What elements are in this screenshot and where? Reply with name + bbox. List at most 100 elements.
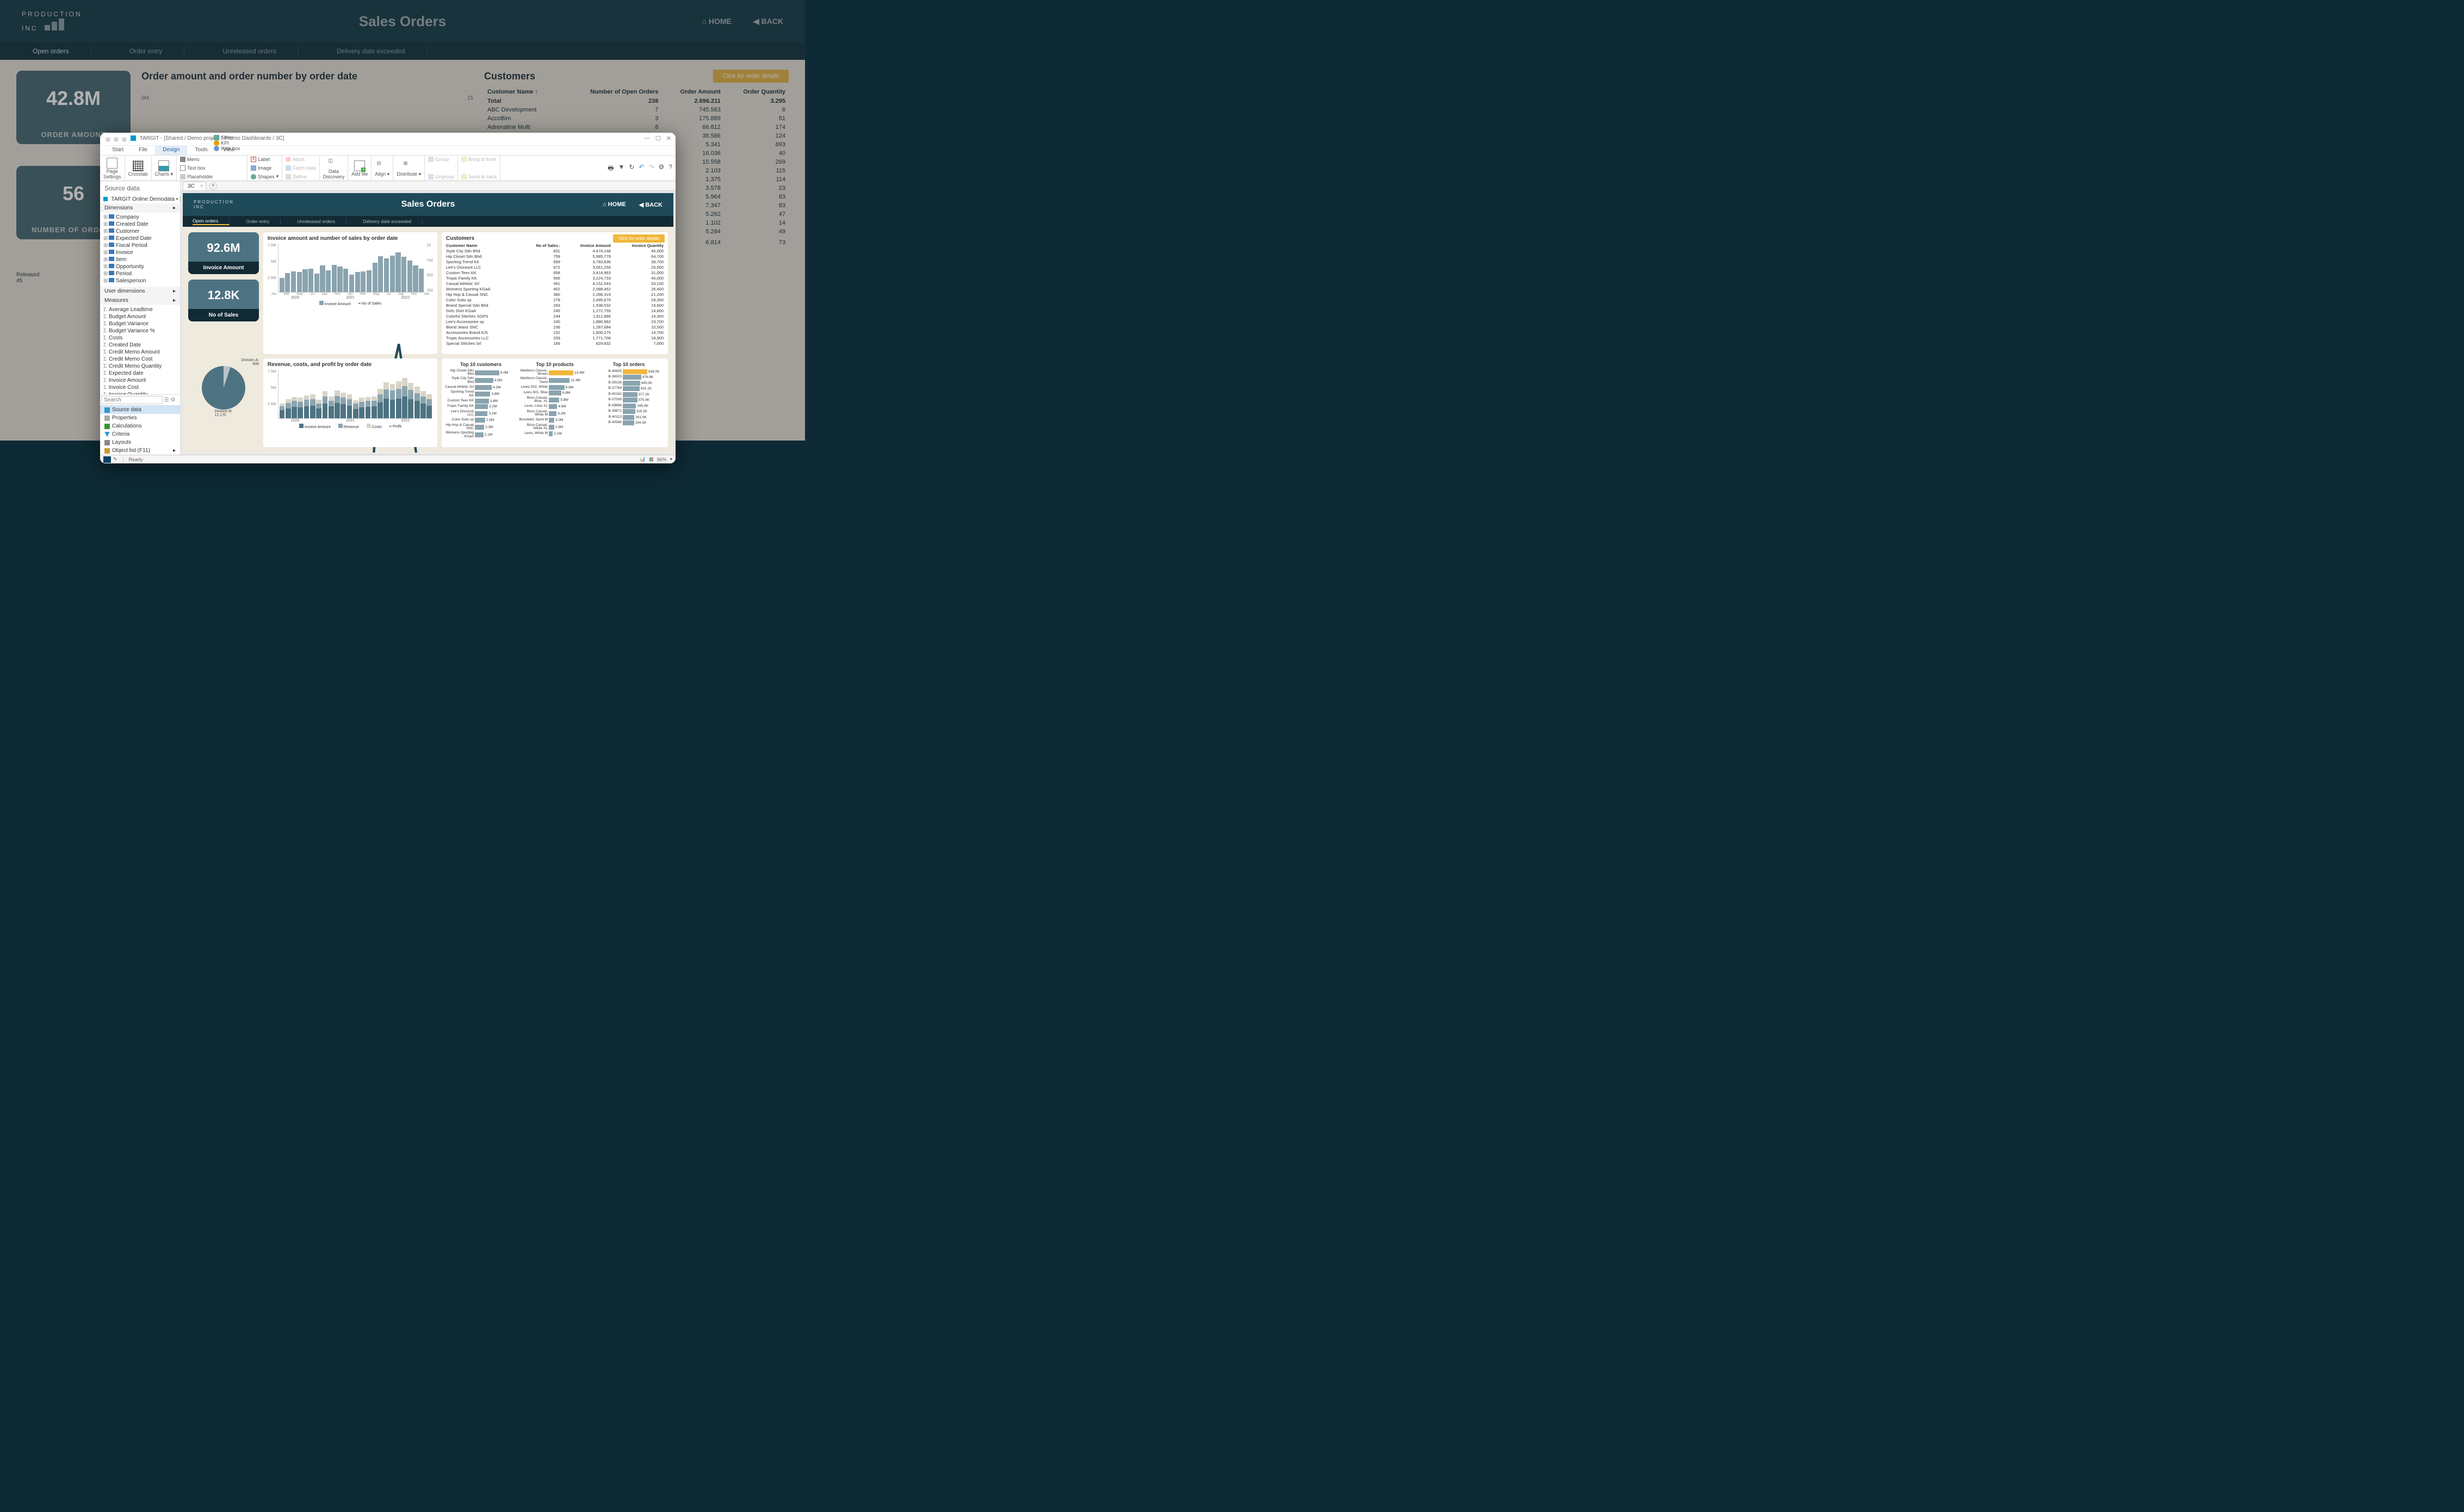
- top10-row[interactable]: B-38915478.9K: [593, 375, 665, 380]
- window-maximize-icon[interactable]: ☐: [655, 135, 661, 142]
- top10-row[interactable]: Boss Casual, Blue, XL5.8M: [519, 396, 591, 404]
- bg-subnav-open-orders[interactable]: Open orders: [33, 47, 91, 55]
- top10-row[interactable]: Levis 501, Blue6.8M: [519, 391, 591, 395]
- bg-subnav-unreleased[interactable]: Unreleased orders: [222, 47, 299, 55]
- table-row[interactable]: Hip Closet Sdn Bhd7595,985,77964,700: [446, 253, 664, 259]
- inner-subnav-entry[interactable]: Order entry: [246, 219, 281, 224]
- dimension-item[interactable]: ⊞Created Date: [103, 221, 178, 228]
- ribbon-webbox[interactable]: Web box: [214, 146, 240, 151]
- table-row[interactable]: Brand Special Sdn Bhd2631,938,53219,600: [446, 302, 664, 308]
- status-chart-icon[interactable]: 📊: [640, 456, 646, 462]
- table-row[interactable]: Casual Athletic Srl4914,152,54333,100: [446, 281, 664, 286]
- table-row[interactable]: Lee's Accessories sp2401,880,96223,700: [446, 319, 664, 324]
- tab-layouts[interactable]: Layouts: [100, 438, 180, 447]
- search-input[interactable]: [101, 396, 163, 404]
- ribbon-charts[interactable]: Charts ▾: [152, 156, 177, 181]
- top10-row[interactable]: B-39136445.0K: [593, 381, 665, 386]
- measure-item[interactable]: ΣBudget Variance %: [103, 327, 178, 334]
- measure-item[interactable]: ΣExpected date: [103, 370, 178, 377]
- top10-row[interactable]: Levis, White M2.1M: [519, 431, 591, 436]
- ribbon-placeholder[interactable]: Placeholder: [180, 174, 244, 179]
- top10-row[interactable]: Levis, Lime XL4.6M: [519, 404, 591, 409]
- top10-row[interactable]: B-37508375.4K: [593, 398, 665, 402]
- tab-criteria[interactable]: Criteria: [100, 430, 180, 438]
- dimension-item[interactable]: ⊞Company: [103, 214, 178, 221]
- measure-item[interactable]: ΣBudget Variance: [103, 320, 178, 327]
- dimensions-header[interactable]: Dimensions▸: [100, 203, 180, 213]
- table-row[interactable]: Blond Jeans SNC2361,287,68410,500: [446, 324, 664, 330]
- table-row[interactable]: Womens Sporting KGaA4022,088,45226,400: [446, 286, 664, 292]
- ribbon-add-file[interactable]: + Add file: [348, 156, 372, 181]
- top10-row[interactable]: Womens Sporting KGaA2.1M: [445, 431, 517, 438]
- inner-subnav-open[interactable]: Open orders: [193, 218, 230, 225]
- menu-start[interactable]: Start: [104, 146, 131, 155]
- status-mode-icon[interactable]: [103, 456, 111, 463]
- table-row[interactable]: Custom Tees KK6583,414,96331,000: [446, 270, 664, 275]
- ribbon-textbox[interactable]: Text box: [180, 165, 244, 171]
- measures-header[interactable]: Measures▸: [100, 296, 180, 305]
- top10-row[interactable]: Hip Closet Sdn Bhd6.0M: [445, 369, 517, 376]
- ribbon-menu[interactable]: Menu: [180, 157, 244, 162]
- zoom-dropdown-icon[interactable]: ▾: [670, 456, 672, 462]
- top10-row[interactable]: B-37764432.1K: [593, 386, 665, 391]
- bg-order-details-button[interactable]: Click for order details: [713, 70, 789, 83]
- top10-row[interactable]: Lee's Discount LLC3.1M: [445, 410, 517, 417]
- dimension-item[interactable]: ⊞Item: [103, 256, 178, 263]
- top10-row[interactable]: B-40566294.5K: [593, 420, 665, 425]
- ribbon-filter-icon[interactable]: ▼: [618, 163, 624, 175]
- top10-row[interactable]: Tropic Family KK3.2M: [445, 404, 517, 409]
- top10-row[interactable]: Color Suits sp2.5M: [445, 418, 517, 423]
- bg-home-link[interactable]: ⌂ HOME: [702, 17, 732, 26]
- bg-subnav-order-entry[interactable]: Order entry: [129, 47, 185, 55]
- status-pencil-icon[interactable]: ✎: [113, 456, 117, 462]
- top10-row[interactable]: Sporting Trend KK3.8M: [445, 391, 517, 398]
- tab-properties[interactable]: Properties: [100, 414, 180, 422]
- measure-item[interactable]: ΣCosts: [103, 334, 178, 342]
- table-row[interactable]: Sporting Trend KK6993,783,83639,700: [446, 259, 664, 264]
- tab-source-data[interactable]: Source data: [100, 406, 180, 414]
- ribbon-settings-icon[interactable]: ⚙: [659, 163, 665, 175]
- table-row[interactable]: Accessories Brand K/S2321,800,27514,700: [446, 330, 664, 335]
- ribbon-align[interactable]: ⊟ Align ▾: [372, 156, 393, 181]
- table-row[interactable]: Color Suits sp2792,495,67028,300: [446, 297, 664, 302]
- top10-row[interactable]: B-40162377.2K: [593, 392, 665, 397]
- settings-icon[interactable]: ⚙: [171, 397, 176, 403]
- table-row[interactable]: Lee's Discount LLC6723,061,25525,500: [446, 264, 664, 270]
- ribbon-print-icon[interactable]: 🖶: [608, 163, 614, 175]
- window-minimize-icon[interactable]: —: [644, 135, 650, 142]
- ribbon-kpi[interactable]: KPI: [214, 140, 240, 146]
- measure-item[interactable]: ΣAverage Leadtime: [103, 306, 178, 313]
- inner-pie-chart[interactable]: Division A: 606 Division B: 12,170: [188, 358, 259, 448]
- table-row[interactable]: Colorful Stitches SGPS2441,611,86614,300: [446, 313, 664, 319]
- ribbon-undo-icon[interactable]: ↶: [639, 163, 644, 175]
- dimension-item[interactable]: ⊞Customer: [103, 228, 178, 235]
- top10-row[interactable]: Style City Sdn Bhd4.5M: [445, 377, 517, 384]
- top10-row[interactable]: Boss Casual, White M4.2M: [519, 410, 591, 417]
- user-dimensions-header[interactable]: User dimensions▸: [100, 287, 180, 296]
- tab-calculations[interactable]: Calculations: [100, 422, 180, 430]
- top10-row[interactable]: B-39871319.2K: [593, 409, 665, 414]
- zoom-level[interactable]: 96%: [657, 457, 666, 462]
- close-tab-icon[interactable]: ×: [200, 183, 203, 189]
- dimension-item[interactable]: ⊞Period: [103, 270, 178, 277]
- measure-item[interactable]: ΣBudget Amount: [103, 313, 178, 320]
- ribbon-crosstab[interactable]: Crosstab: [125, 156, 152, 181]
- chart-invoice-amount[interactable]: Invoice amount and number of sales by or…: [263, 232, 437, 354]
- ribbon-help-icon[interactable]: ?: [668, 163, 672, 175]
- filter-icon[interactable]: ☰: [164, 397, 169, 403]
- measure-item[interactable]: ΣCredit Memo Cost: [103, 356, 178, 363]
- top10-row[interactable]: Casual Athletic Srl4.2M: [445, 385, 517, 390]
- ribbon-shapes[interactable]: Shapes ▾: [251, 173, 278, 179]
- top10-panels[interactable]: Top 10 customers Hip Closet Sdn Bhd6.0MS…: [442, 358, 668, 448]
- top10-row[interactable]: B-40113301.0K: [593, 415, 665, 420]
- menu-tools[interactable]: Tools: [187, 146, 215, 155]
- dimension-item[interactable]: ⊞Expected Date: [103, 235, 178, 242]
- doc-tab-3c[interactable]: 3C×: [183, 182, 206, 190]
- dimension-item[interactable]: ⊞Fiscal Period: [103, 242, 178, 249]
- top10-row[interactable]: Hip Hop & Casual SNC2.3M: [445, 424, 517, 431]
- top10-row[interactable]: Marlboro Classic, Brown13.4M: [519, 369, 591, 376]
- table-row[interactable]: Hip Hop & Casual SNC3802,286,31921,200: [446, 292, 664, 297]
- bg-subnav-delivery-exceeded[interactable]: Delivery date exceeded: [337, 47, 427, 55]
- status-grid-icon[interactable]: ▦: [649, 456, 654, 462]
- top10-row[interactable]: Marlboro Classic, Sand11.4M: [519, 377, 591, 384]
